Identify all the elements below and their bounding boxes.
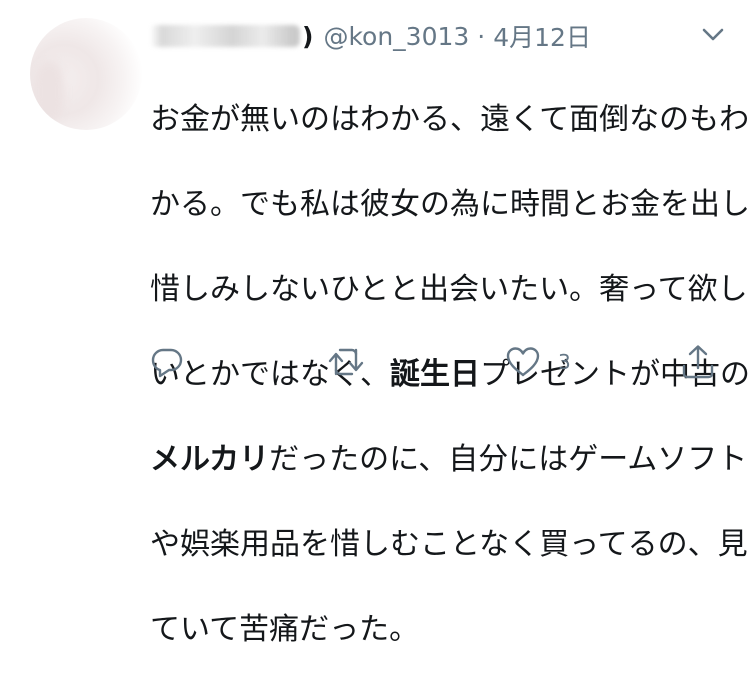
- tweet-text-line: ていて苦痛だった。: [150, 609, 735, 652]
- text-segment: ていて苦痛だった。: [150, 611, 420, 647]
- retweet-button[interactable]: [327, 340, 365, 384]
- reply-button[interactable]: [150, 340, 184, 384]
- blurred-name: [150, 25, 300, 47]
- reply-icon: [151, 348, 183, 378]
- like-count: 3: [558, 350, 571, 374]
- display-name-suffix: ): [302, 21, 314, 51]
- action-bar: 3: [0, 340, 750, 384]
- display-name[interactable]: ): [150, 22, 313, 51]
- tweet-text-line: 惜しみしないひとと出会いたい。奢って欲し: [150, 269, 748, 312]
- text-segment: だったのに、自分にはゲームソフト: [269, 441, 748, 477]
- heart-icon: [506, 347, 540, 377]
- avatar[interactable]: [30, 18, 142, 130]
- tweet-date[interactable]: 4月12日: [493, 18, 591, 54]
- tweet-header: ) @kon_3013 · 4月12日: [150, 16, 591, 56]
- retweet-icon: [328, 348, 364, 376]
- text-segment: や娯楽用品を惜しむことなく買ってるの、見: [150, 526, 748, 562]
- tweet-text-line: メルカリだったのに、自分にはゲームソフト: [150, 439, 747, 482]
- bold-text-segment: メルカリ: [150, 441, 270, 477]
- user-handle[interactable]: @kon_3013: [323, 22, 469, 51]
- header-separator: ·: [477, 21, 486, 51]
- text-segment: お金が無いのはわかる、遠くて面倒なのもわ: [150, 101, 750, 137]
- share-button[interactable]: [681, 340, 715, 384]
- tweet[interactable]: ) @kon_3013 · 4月12日 お金が無いのはわかる、遠くて面倒なのもわ…: [0, 0, 750, 647]
- text-segment: かる。でも私は彼女の為に時間とお金を出し: [150, 186, 750, 222]
- tweet-text-line: かる。でも私は彼女の為に時間とお金を出し: [150, 184, 750, 227]
- share-icon: [682, 345, 714, 379]
- tweet-text-line: や娯楽用品を惜しむことなく買ってるの、見: [150, 524, 748, 567]
- text-segment: 惜しみしないひとと出会いたい。奢って欲し: [150, 271, 748, 307]
- tweet-text-line: お金が無いのはわかる、遠くて面倒なのもわ: [150, 99, 749, 142]
- like-button[interactable]: 3: [505, 340, 571, 384]
- chevron-down-icon[interactable]: [702, 28, 724, 42]
